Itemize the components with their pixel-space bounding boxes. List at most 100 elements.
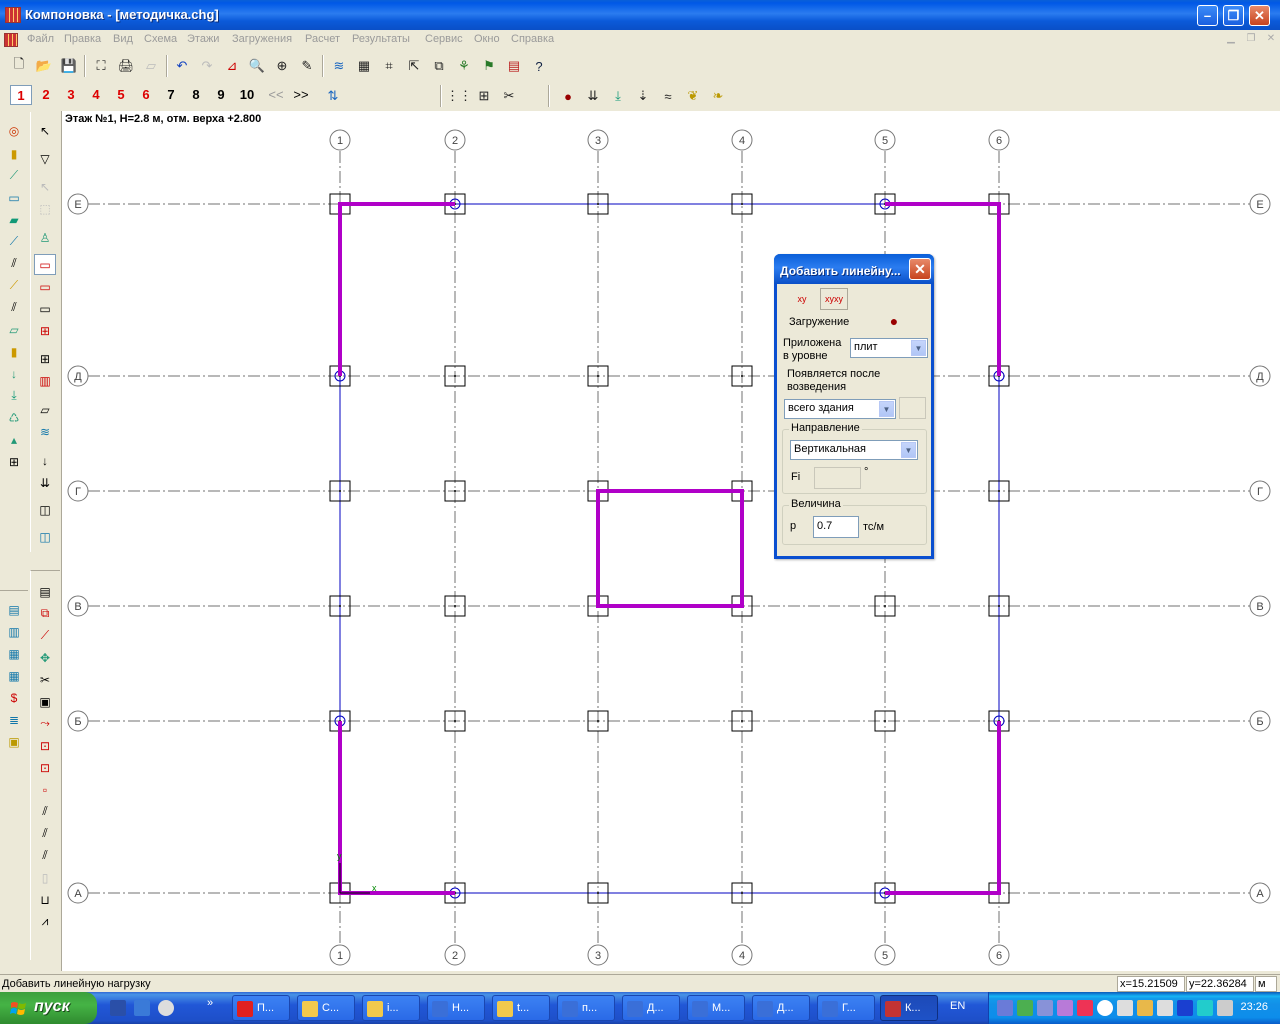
quicklaunch-media-icon[interactable]	[158, 1000, 174, 1016]
pencil-icon[interactable]: ✎	[296, 55, 318, 77]
save-icon[interactable]: 💾	[58, 55, 80, 77]
prev-floors-button[interactable]: <<	[265, 85, 287, 105]
result-grid-icon[interactable]: ▦	[3, 643, 25, 664]
menu-service[interactable]: Сервис	[425, 33, 463, 45]
undo-icon[interactable]: ↶	[171, 55, 193, 77]
cost-icon[interactable]: $	[3, 687, 25, 708]
floor-up-icon[interactable]: ⇅	[322, 85, 344, 107]
distributed-force-icon[interactable]: ⇊	[34, 472, 56, 493]
tool-copy-icon[interactable]: ⧉	[34, 603, 56, 624]
taskbar-task[interactable]: Н...	[427, 995, 485, 1021]
mdi-minimize-button[interactable]: ▁	[1224, 34, 1238, 46]
menu-window[interactable]: Окно	[474, 33, 500, 45]
palette-stairs-icon[interactable]: ⫽	[3, 253, 25, 274]
chevron-down-icon[interactable]: ▼	[911, 340, 926, 356]
palette-recycle-icon[interactable]: ♺	[3, 407, 25, 428]
taskbar-task[interactable]: П...	[232, 995, 290, 1021]
palette-opening-icon[interactable]: ⫽	[3, 297, 25, 318]
feather-icon[interactable]: ❧	[707, 85, 729, 107]
palette-slab-icon[interactable]: ▰	[3, 209, 25, 230]
minimize-button[interactable]: –	[1197, 5, 1218, 26]
app-icon[interactable]	[5, 7, 21, 23]
palette-wall-icon[interactable]: ▭	[3, 187, 25, 208]
palette-foundation-icon[interactable]: ▱	[3, 319, 25, 340]
leaf-icon[interactable]: ❦	[682, 85, 704, 107]
menu-loads[interactable]: Загружения	[232, 33, 292, 45]
result-chart-icon[interactable]: ▤	[3, 599, 25, 620]
result-list-icon[interactable]: ≣	[3, 709, 25, 730]
tool-u-icon[interactable]: ⊔	[34, 889, 56, 910]
tool-stairs-2-icon[interactable]: ⫽	[34, 823, 56, 844]
taskbar-task[interactable]: К...	[880, 995, 938, 1021]
distributed-load-icon[interactable]: ⇊	[582, 85, 604, 107]
clock[interactable]: 23:26	[1240, 1001, 1268, 1013]
load-case-icon-dialog[interactable]: ●	[883, 310, 905, 332]
tool-column-icon[interactable]: ▯	[34, 867, 56, 888]
linear-load-icon[interactable]: ⤓	[607, 85, 629, 107]
palette-linear-load-icon[interactable]: ⤓	[3, 385, 25, 406]
grid-icon[interactable]: ▦	[353, 55, 375, 77]
tool-cursor-icon[interactable]: ⤳	[34, 713, 56, 734]
load-xy-icon[interactable]: xy	[790, 288, 814, 310]
plan-drawing[interactable]: 112233445566Е ЕД ДГ ГВ ВБ БА Аxy	[62, 111, 1280, 971]
table-icon[interactable]: ▤	[503, 55, 525, 77]
dialog-close-button[interactable]: ✕	[909, 258, 931, 280]
result-bars-icon[interactable]: ▥	[3, 621, 25, 642]
tool-scissors-icon[interactable]: ✂	[34, 669, 56, 690]
open-folder-icon[interactable]: 📂	[33, 55, 55, 77]
taskbar-task[interactable]: i...	[362, 995, 420, 1021]
floor-button-8[interactable]: 8	[185, 85, 207, 105]
snap-icon[interactable]: ⌗	[378, 55, 400, 77]
floor-button-2[interactable]: 2	[35, 85, 57, 105]
select-node-icon[interactable]: ⇱	[403, 55, 425, 77]
taskbar-task[interactable]: t...	[492, 995, 550, 1021]
floor-button-3[interactable]: 3	[60, 85, 82, 105]
menu-help[interactable]: Справка	[511, 33, 554, 45]
tray-bluetooth-icon[interactable]	[1097, 1000, 1113, 1016]
document-icon[interactable]	[4, 33, 18, 47]
tool-box-icon[interactable]: ⊡	[34, 735, 56, 756]
zoom-window-icon[interactable]: ⊕	[271, 55, 293, 77]
tray-play-icon[interactable]	[1177, 1000, 1193, 1016]
tray-tool-icon[interactable]	[1057, 1000, 1073, 1016]
tool-small-icon[interactable]: ▫	[34, 779, 56, 800]
palette-table-icon[interactable]: ⊞	[3, 451, 25, 472]
tool-frame-icon[interactable]: ▣	[34, 691, 56, 712]
mdi-restore-button[interactable]: ❐	[1244, 34, 1258, 46]
axes-icon[interactable]: ⊿	[221, 55, 243, 77]
tray-word-icon[interactable]	[1157, 1000, 1173, 1016]
tray-network-icon[interactable]	[997, 1000, 1013, 1016]
tray-alert-icon[interactable]	[1077, 1000, 1093, 1016]
frame-red-icon[interactable]: ▥	[34, 370, 56, 391]
floor-button-6[interactable]: 6	[135, 85, 157, 105]
language-indicator[interactable]: EN	[950, 1000, 965, 1012]
palette-pile-icon[interactable]: ⟋	[3, 231, 25, 252]
redo-icon[interactable]: ↷	[196, 55, 218, 77]
floor-button-5[interactable]: 5	[110, 85, 132, 105]
menu-scheme[interactable]: Схема	[144, 33, 177, 45]
filter-icon[interactable]: ⚘	[453, 55, 475, 77]
zoom-icon[interactable]: 🔍	[246, 55, 268, 77]
taskbar-task[interactable]: М...	[687, 995, 745, 1021]
tool-stairs-1-icon[interactable]: ⫽	[34, 801, 56, 822]
flag-icon[interactable]: ⚑	[478, 55, 500, 77]
close-button[interactable]: ✕	[1249, 5, 1270, 26]
mdi-close-button[interactable]: ✕	[1264, 34, 1278, 46]
select-point-icon[interactable]: ↖	[34, 176, 56, 197]
next-floors-button[interactable]: >>	[290, 85, 312, 105]
print-icon[interactable]: 🖨	[115, 55, 137, 77]
grid-points-icon[interactable]: ⋮⋮	[446, 85, 472, 107]
copy-icon[interactable]: ⧉	[428, 55, 450, 77]
floor-button-4[interactable]: 4	[85, 85, 107, 105]
palette-arrow-down-icon[interactable]: ↓	[3, 363, 25, 384]
applied-at-level-select[interactable]: плит ▼	[850, 338, 928, 358]
tool-compass-icon[interactable]: ⩘	[34, 911, 56, 932]
menu-results[interactable]: Результаты	[352, 33, 410, 45]
export-icon[interactable]: ▱	[140, 55, 162, 77]
drawing-canvas[interactable]: Этаж №1, H=2.8 м, отм. верха +2.800 1122…	[61, 111, 1280, 971]
load-xyxy-icon[interactable]: xyxy	[820, 288, 848, 310]
grid-4-icon[interactable]: ⊞	[34, 320, 56, 341]
tray-sync-icon[interactable]	[1137, 1000, 1153, 1016]
chevron-down-icon[interactable]: ▼	[901, 442, 916, 458]
appears-after-select[interactable]: всего здания ▼	[784, 399, 896, 419]
